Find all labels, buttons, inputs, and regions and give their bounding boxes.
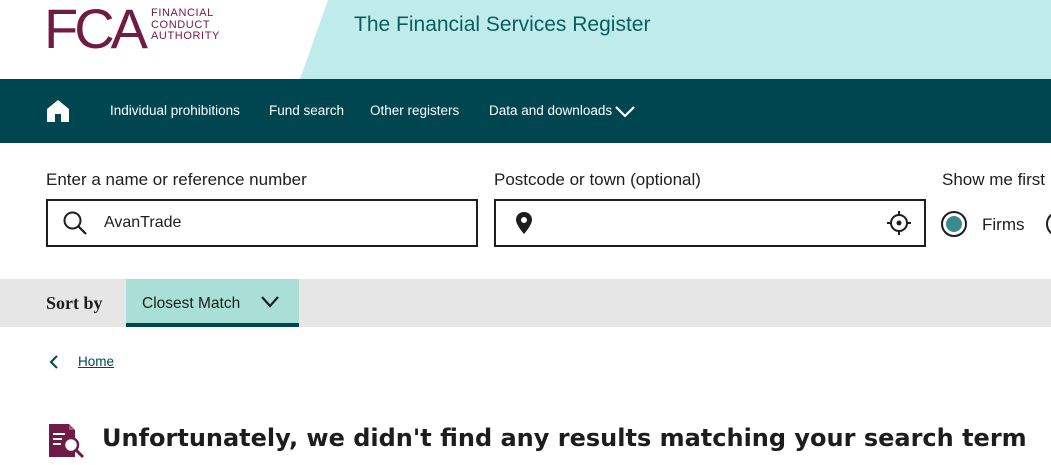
radio-firms-label[interactable]: Firms	[982, 215, 1024, 235]
nav-item-individual-prohibitions[interactable]: Individual prohibitions	[110, 103, 240, 118]
svg-text:FCA: FCA	[46, 2, 149, 54]
chevron-left-icon	[49, 355, 58, 369]
nav-item-other-registers[interactable]: Other registers	[370, 103, 459, 118]
logo-wordmark: FINANCIAL CONDUCT AUTHORITY	[151, 7, 220, 42]
radio-selected-dot	[946, 216, 962, 232]
nav-item-fund-search[interactable]: Fund search	[269, 103, 344, 118]
breadcrumb-home-link[interactable]: Home	[78, 354, 114, 369]
locate-me-icon[interactable]	[886, 210, 912, 236]
home-icon[interactable]	[46, 99, 70, 123]
no-results-message: Unfortunately, we didn't find any result…	[102, 424, 1027, 452]
site-header: FCA FINANCIAL CONDUCT AUTHORITY The Fina…	[0, 0, 1051, 79]
chevron-down-icon	[261, 296, 279, 308]
show-me-first-label: Show me first	[942, 170, 1045, 189]
register-title[interactable]: The Financial Services Register	[354, 13, 650, 37]
radio-second-option[interactable]	[1046, 211, 1051, 237]
postcode-field-label: Postcode or town (optional)	[494, 170, 701, 189]
sort-label: Sort by	[46, 293, 103, 313]
postcode-input[interactable]	[552, 201, 872, 245]
search-icon	[63, 211, 87, 235]
sort-select[interactable]: Closest Match	[126, 279, 299, 327]
document-search-icon	[49, 424, 85, 459]
sort-bar: Sort by Closest Match	[0, 279, 1051, 327]
location-pin-icon	[516, 212, 532, 234]
radio-firms[interactable]	[941, 211, 967, 237]
sort-selected-value: Closest Match	[142, 295, 241, 312]
name-field-label: Enter a name or reference number	[46, 170, 307, 189]
name-search-field[interactable]	[46, 199, 478, 247]
postcode-field[interactable]	[494, 199, 926, 247]
main-nav: Individual prohibitions Fund search Othe…	[0, 79, 1051, 143]
nav-item-data-and-downloads[interactable]: Data and downloads	[489, 103, 612, 118]
name-search-input[interactable]	[104, 201, 464, 245]
chevron-down-icon[interactable]	[614, 104, 636, 120]
